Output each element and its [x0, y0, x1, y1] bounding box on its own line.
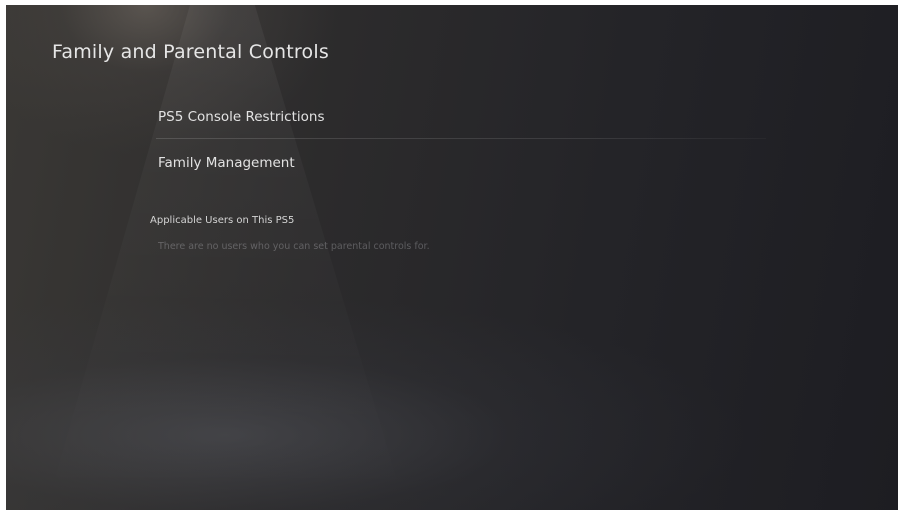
menu-item-family-management[interactable]: Family Management — [156, 143, 766, 183]
menu-item-label: PS5 Console Restrictions — [158, 109, 325, 125]
settings-screen: Family and Parental Controls PS5 Console… — [6, 5, 898, 510]
background-light-beam — [46, 5, 406, 510]
menu-divider — [156, 138, 766, 139]
page-title: Family and Parental Controls — [52, 41, 329, 63]
applicable-users-empty-message: There are no users who you can set paren… — [158, 241, 430, 252]
applicable-users-heading: Applicable Users on This PS5 — [150, 215, 295, 226]
menu-item-ps5-console-restrictions[interactable]: PS5 Console Restrictions — [156, 97, 766, 137]
menu-item-label: Family Management — [158, 155, 295, 171]
